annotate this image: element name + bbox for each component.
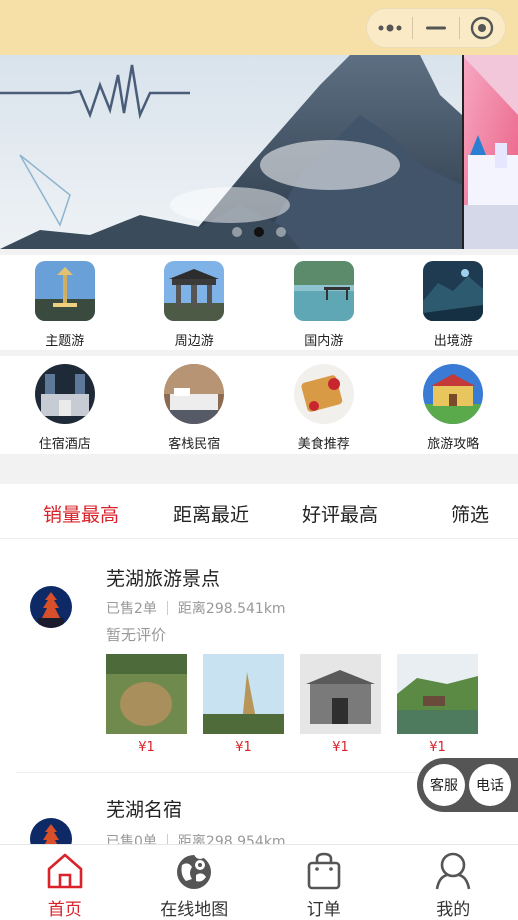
product-image — [106, 654, 187, 734]
category-guide[interactable]: 旅游攻略 — [389, 364, 518, 452]
category-label: 国内游 — [304, 334, 344, 349]
nav-label: 订单 — [306, 900, 341, 920]
tab-top-sales[interactable]: 销量最高 — [43, 500, 119, 527]
nav-profile[interactable]: 我的 — [389, 845, 518, 920]
sort-tabs: 销量最高 距离最近 好评最高 筛选 — [0, 484, 518, 539]
product-card[interactable]: ¥1 — [106, 654, 187, 755]
shop-title: 芜湖旅游景点 — [106, 568, 221, 590]
product-price: ¥1 — [235, 740, 252, 755]
lake-photo — [293, 261, 354, 321]
bottom-nav: 首页 在线地图 订单 我的 — [0, 844, 518, 920]
nav-label: 在线地图 — [160, 900, 229, 920]
product-image — [397, 654, 478, 734]
category-hotel[interactable]: 住宿酒店 — [0, 364, 130, 452]
top-bar — [0, 0, 518, 55]
review-status: 暂无评价 — [106, 626, 167, 644]
category-label: 主题游 — [45, 334, 85, 349]
category-row-1: 主题游 周边游 国内游 出境游 — [0, 261, 518, 349]
tab-nearest[interactable]: 距离最近 — [173, 500, 249, 527]
user-icon — [435, 852, 471, 890]
category-label: 周边游 — [174, 334, 214, 349]
customer-service-button[interactable]: 客服 — [423, 764, 465, 806]
product-price: ¥1 — [429, 740, 446, 755]
tab-filter[interactable]: 筛选 — [451, 500, 489, 527]
category-theme-tour[interactable]: 主题游 — [0, 261, 130, 349]
tab-best-rated[interactable]: 好评最高 — [302, 500, 378, 527]
category-label: 客栈民宿 — [168, 437, 221, 452]
gate-photo — [164, 261, 225, 321]
shop-logo — [30, 818, 72, 845]
category-overseas-tour[interactable]: 出境游 — [389, 261, 518, 349]
product-card[interactable]: ¥1 — [203, 654, 284, 755]
banner-image — [0, 55, 518, 249]
nav-map[interactable]: 在线地图 — [130, 845, 260, 920]
shop-meta: 已售2单 距离298.541km — [106, 598, 286, 618]
product-card[interactable]: ¥1 — [397, 654, 478, 755]
home-icon — [47, 853, 83, 889]
section-gap — [0, 454, 518, 484]
distance: 距离298.541km — [177, 601, 286, 617]
nav-label: 我的 — [436, 900, 471, 920]
product-photos: ¥1 ¥1 ¥1 ¥1 — [106, 654, 478, 755]
category-label: 旅游攻略 — [427, 437, 480, 452]
product-price: ¥1 — [138, 740, 155, 755]
mini-program-capsule — [366, 8, 506, 48]
nav-home[interactable]: 首页 — [0, 845, 130, 920]
shop-title: 芜湖名宿 — [106, 799, 183, 821]
app-page: 主题游 周边游 国内游 出境游 住宿酒店 客栈民宿 美食推荐 旅游攻略 销量最高… — [0, 0, 518, 920]
product-price: ¥1 — [332, 740, 349, 755]
hotel-photo — [34, 364, 95, 424]
product-image — [203, 654, 284, 734]
sold-count: 已售2单 — [106, 601, 157, 617]
phone-button[interactable]: 电话 — [469, 764, 511, 806]
target-circle-icon[interactable] — [460, 9, 505, 47]
shop-logo — [30, 586, 72, 628]
shop-list-item[interactable]: 芜湖旅游景点 已售2单 距离298.541km 暂无评价 ¥1 ¥1 ¥1 ¥1 — [0, 540, 518, 772]
shop-meta: 已售0单 距离298.954km — [106, 831, 286, 845]
inn-photo — [164, 364, 225, 424]
product-image — [300, 654, 381, 734]
divider — [0, 350, 518, 356]
more-dots-icon[interactable] — [367, 9, 412, 47]
distance: 距离298.954km — [177, 834, 286, 845]
category-row-2: 住宿酒店 客栈民宿 美食推荐 旅游攻略 — [0, 364, 518, 452]
shopping-bag-icon — [307, 852, 341, 890]
overseas-photo — [423, 261, 484, 321]
globe-pin-icon — [177, 851, 212, 889]
banner-carousel[interactable] — [0, 55, 518, 249]
carousel-dots — [0, 227, 518, 237]
nav-label: 首页 — [47, 900, 82, 920]
carousel-dot[interactable] — [232, 227, 242, 237]
category-nearby-tour[interactable]: 周边游 — [130, 261, 260, 349]
category-domestic-tour[interactable]: 国内游 — [259, 261, 389, 349]
nav-orders[interactable]: 订单 — [259, 845, 389, 920]
minimize-icon[interactable] — [413, 9, 458, 47]
category-label: 美食推荐 — [297, 437, 350, 452]
guide-photo — [423, 364, 484, 424]
category-inn[interactable]: 客栈民宿 — [130, 364, 260, 452]
tower-photo — [34, 261, 95, 321]
product-card[interactable]: ¥1 — [300, 654, 381, 755]
carousel-dot[interactable] — [276, 227, 286, 237]
category-label: 出境游 — [433, 334, 473, 349]
floating-contact: 客服 电话 — [417, 758, 518, 812]
category-food[interactable]: 美食推荐 — [259, 364, 389, 452]
divider — [0, 249, 518, 255]
sold-count: 已售0单 — [106, 834, 157, 845]
food-photo — [293, 364, 354, 424]
category-label: 住宿酒店 — [38, 437, 91, 452]
carousel-dot[interactable] — [254, 227, 264, 237]
